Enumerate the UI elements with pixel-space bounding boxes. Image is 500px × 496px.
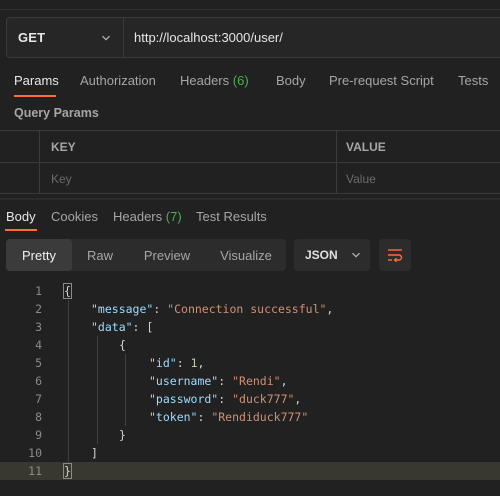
active-tab-indicator <box>14 95 56 97</box>
url-input[interactable]: http://localhost:3000/user/ <box>124 18 500 57</box>
json-brace: { <box>119 338 126 352</box>
line-number: 3 <box>35 320 42 334</box>
pane-divider[interactable] <box>0 198 500 200</box>
code-line-current: 11 } <box>0 462 500 480</box>
response-tab-headers[interactable]: Headers (7) <box>113 209 182 224</box>
line-number: 9 <box>35 428 42 442</box>
tab-label: Cookies <box>51 209 98 224</box>
line-number: 2 <box>35 302 42 316</box>
code-line: 10 ] <box>0 444 500 462</box>
line-number: 10 <box>28 446 42 460</box>
line-number: 4 <box>35 338 42 352</box>
tab-label: Test Results <box>196 209 267 224</box>
json-string: "Rendiduck777" <box>211 410 309 424</box>
view-preview-button[interactable]: Preview <box>128 239 206 271</box>
tab-pre-request-script[interactable]: Pre-request Script <box>329 73 434 88</box>
response-tab-cookies[interactable]: Cookies <box>51 209 98 224</box>
json-number: 1 <box>190 356 198 370</box>
line-number: 1 <box>35 284 42 298</box>
tab-tests[interactable]: Tests <box>458 73 488 88</box>
tab-count-badge: (7) <box>165 209 182 224</box>
line-number: 5 <box>35 356 42 370</box>
tab-body[interactable]: Body <box>276 73 306 88</box>
active-response-tab-indicator <box>5 229 37 231</box>
code-line: 2 "message": "Connection successful", <box>0 300 500 318</box>
key-input[interactable]: Key <box>41 163 337 194</box>
json-key: "token" <box>149 410 198 424</box>
table-header-row: KEY VALUE <box>0 130 500 162</box>
json-string: "Connection successful" <box>167 302 327 316</box>
json-key: "data" <box>91 320 133 334</box>
response-tab-body[interactable]: Body <box>6 209 36 224</box>
tab-label: Tests <box>458 73 489 88</box>
response-tabs: Body Cookies Headers (7) Test Results <box>0 204 500 232</box>
json-string: "duck777" <box>232 392 295 406</box>
value-input[interactable]: Value <box>338 163 500 194</box>
line-number: 11 <box>28 464 42 478</box>
tab-count-badge: (6) <box>232 73 249 88</box>
method-label: GET <box>18 30 46 45</box>
row-gutter <box>0 163 40 194</box>
query-params-table: KEY VALUE Key Value <box>0 130 500 195</box>
response-body-viewer[interactable]: 1 { 2 "message": "Connection successful"… <box>0 282 500 482</box>
code-line: 1 { <box>0 282 500 300</box>
json-bracket: ] <box>91 446 98 460</box>
json-key: "message" <box>91 302 154 316</box>
code-line: 7 "password": "duck777", <box>0 390 500 408</box>
table-row: Key Value <box>0 162 500 194</box>
tab-params[interactable]: Params <box>14 73 59 88</box>
tab-label: Pre-request Script <box>329 73 434 88</box>
tab-label: Authorization <box>80 73 156 88</box>
json-brace: } <box>119 428 126 442</box>
tab-headers[interactable]: Headers (6) <box>180 73 249 88</box>
response-tab-test-results[interactable]: Test Results <box>196 209 267 224</box>
key-column-header: KEY <box>41 131 337 162</box>
json-key: "id" <box>149 356 177 370</box>
json-key: "username" <box>149 374 219 388</box>
tab-label: Headers <box>180 73 230 88</box>
tab-label: Body <box>6 209 36 224</box>
wrap-lines-button[interactable] <box>379 239 411 271</box>
view-raw-button[interactable]: Raw <box>72 239 128 271</box>
request-tabs: Params Authorization Headers (6) Body Pr… <box>0 66 500 96</box>
view-mode-toggle: Pretty Raw Preview Visualize <box>6 239 286 271</box>
chevron-down-icon <box>351 252 360 258</box>
code-line: 6 "username": "Rendi", <box>0 372 500 390</box>
code-line: 9 } <box>0 426 500 444</box>
top-strip <box>0 0 500 10</box>
view-visualize-button[interactable]: Visualize <box>206 239 286 271</box>
request-bar: GET http://localhost:3000/user/ <box>6 17 500 58</box>
tab-authorization[interactable]: Authorization <box>80 73 156 88</box>
code-line: 4 { <box>0 336 500 354</box>
json-bracket: [ <box>146 320 154 334</box>
json-string: "Rendi" <box>232 374 281 388</box>
method-select[interactable]: GET <box>7 18 124 57</box>
tab-label: Headers <box>113 209 163 224</box>
value-column-header: VALUE <box>346 139 386 154</box>
format-select[interactable]: JSON <box>294 239 370 271</box>
json-key: "password" <box>149 392 219 406</box>
view-pretty-button[interactable]: Pretty <box>6 239 72 271</box>
query-params-title: Query Params <box>14 106 99 120</box>
row-gutter <box>0 131 40 162</box>
format-label: JSON <box>305 248 338 262</box>
code-line: 3 "data": [ <box>0 318 500 336</box>
json-brace: { <box>63 283 72 299</box>
wrap-lines-icon <box>388 249 403 263</box>
code-line: 5 "id": 1, <box>0 354 500 372</box>
line-number: 7 <box>35 392 42 406</box>
code-line: 8 "token": "Rendiduck777" <box>0 408 500 426</box>
tab-label: Params <box>14 73 59 88</box>
line-number: 8 <box>35 410 42 424</box>
chevron-down-icon <box>102 35 110 41</box>
tab-label: Body <box>276 73 306 88</box>
line-number: 6 <box>35 374 42 388</box>
json-brace: } <box>63 463 72 479</box>
